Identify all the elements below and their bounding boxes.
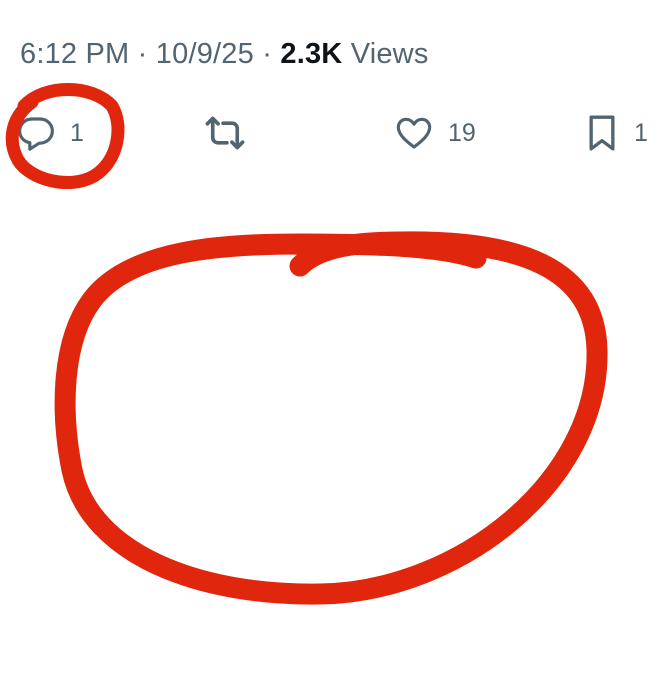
reply-count: 1 — [70, 118, 84, 147]
heart-icon — [394, 113, 434, 153]
post-action-bar: 1 19 1 — [0, 108, 660, 158]
repost-button[interactable] — [202, 108, 248, 158]
like-count: 19 — [448, 118, 476, 147]
reply-button[interactable]: 1 — [16, 108, 84, 158]
post-meta-line: 6:12 PM · 10/9/25 · 2.3K Views — [20, 38, 429, 71]
like-button[interactable]: 19 — [394, 108, 476, 158]
bookmark-icon — [584, 113, 620, 153]
reply-icon — [16, 113, 56, 153]
meta-separator: · — [137, 38, 148, 70]
views-count: 2.3K — [280, 38, 343, 70]
meta-separator: · — [262, 38, 273, 70]
red-annotation-marks — [5, 83, 608, 605]
post-date[interactable]: 10/9/25 — [156, 38, 254, 70]
views-label: Views — [350, 38, 429, 70]
post-time[interactable]: 6:12 PM — [20, 38, 129, 70]
bookmark-button[interactable]: 1 — [584, 108, 648, 158]
bookmark-count: 1 — [634, 118, 648, 147]
large-annotation-circle — [54, 231, 608, 605]
repost-icon — [202, 110, 248, 156]
